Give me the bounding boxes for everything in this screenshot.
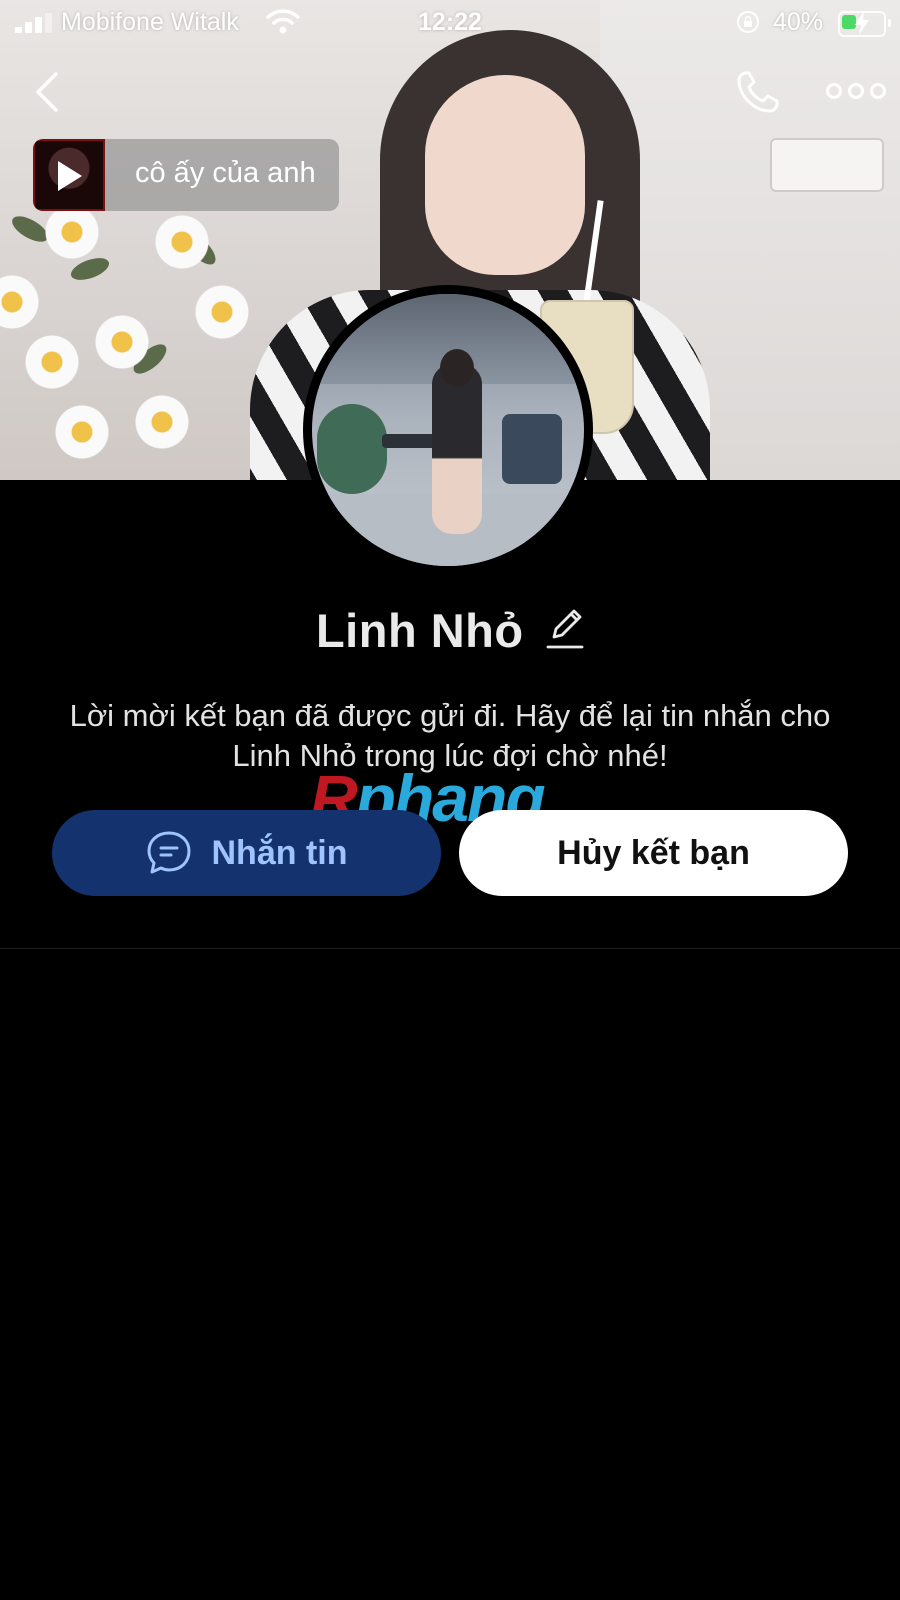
- pencil-icon[interactable]: [546, 607, 584, 651]
- profile-name-row: Linh Nhỏ: [0, 603, 900, 663]
- status-bar: Mobifone Witalk 12:22 40%: [0, 0, 900, 46]
- play-icon[interactable]: [58, 161, 82, 191]
- status-time: 12:22: [418, 8, 482, 36]
- music-title: cô ấy của anh: [135, 157, 316, 189]
- avatar-photo: [312, 294, 584, 566]
- section-divider: [0, 948, 900, 949]
- unfriend-label: Hủy kết bạn: [557, 833, 750, 872]
- chat-bubble-icon: [147, 831, 190, 874]
- battery-icon: [838, 11, 891, 37]
- orientation-lock-icon: [737, 11, 759, 33]
- more-dots-icon[interactable]: [826, 76, 886, 106]
- cover-outlet: [770, 138, 884, 192]
- phone-icon[interactable]: [734, 68, 782, 116]
- profile-music-chip[interactable]: cô ấy của anh: [33, 139, 339, 211]
- send-message-button[interactable]: Nhắn tin: [52, 810, 441, 896]
- cover-person-face: [425, 75, 585, 275]
- charging-bolt-icon: [855, 11, 869, 35]
- unfriend-button[interactable]: Hủy kết bạn: [459, 810, 848, 896]
- cover-flowers: [0, 200, 270, 480]
- music-thumbnail: [33, 139, 105, 211]
- chevron-left-icon[interactable]: [30, 70, 64, 114]
- profile-name: Linh Nhỏ: [315, 604, 524, 657]
- battery-percent: 40%: [773, 8, 824, 36]
- avatar[interactable]: [303, 285, 593, 575]
- send-message-label: Nhắn tin: [211, 833, 348, 872]
